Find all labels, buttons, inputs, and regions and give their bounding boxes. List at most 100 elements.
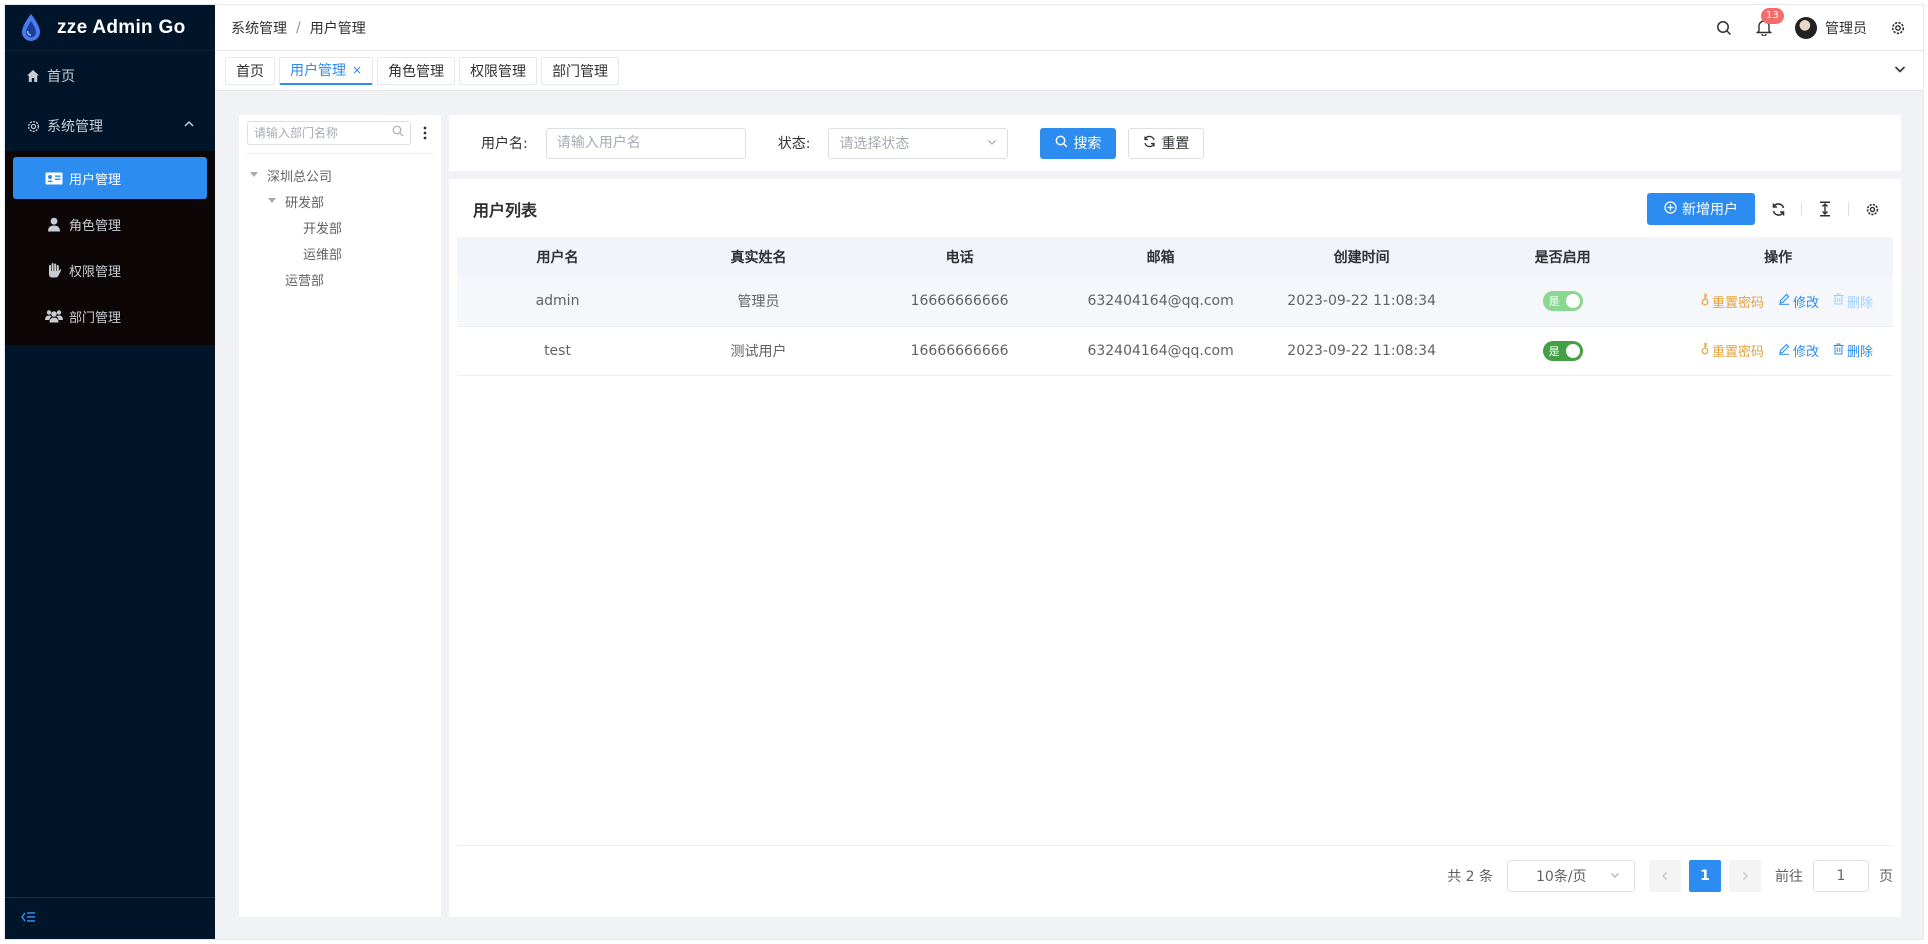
goto-page-input[interactable] <box>1813 859 1869 892</box>
person-icon <box>45 216 63 232</box>
more-vertical-icon[interactable] <box>417 126 433 140</box>
cell-actions: 重置密码 修改 删除 <box>1663 326 1893 376</box>
action-label: 删除 <box>1846 295 1873 311</box>
tab-user-management[interactable]: 用户管理 × <box>279 56 374 85</box>
action-label: 删除 <box>1846 345 1873 360</box>
reset-password-link[interactable]: 重置密码 <box>1701 341 1764 360</box>
page-content: 深圳总公司 研发部 开发部 运维部 运营部 <box>215 91 1923 939</box>
department-search-input[interactable] <box>254 126 384 140</box>
table-row: test 测试用户 16666666666 632404164@qq.com 2… <box>457 326 1893 376</box>
sidebar-group-label: 系统管理 <box>47 119 103 135</box>
search-icon[interactable] <box>1715 19 1733 37</box>
breadcrumb-separator: / <box>296 19 301 36</box>
page-number-1[interactable]: 1 <box>1689 859 1721 892</box>
department-tree-panel: 深圳总公司 研发部 开发部 运维部 运营部 <box>239 115 441 917</box>
sidebar-item-home[interactable]: 首页 <box>5 51 215 101</box>
cell-phone: 16666666666 <box>859 277 1061 327</box>
next-page-button[interactable] <box>1729 859 1761 892</box>
action-label: 修改 <box>1792 345 1819 360</box>
column-header: 操作 <box>1663 237 1893 277</box>
cell-created: 2023-09-22 11:08:34 <box>1261 326 1463 376</box>
department-tree: 深圳总公司 研发部 开发部 运维部 运营部 <box>247 162 433 292</box>
enabled-switch[interactable]: 是 <box>1542 291 1583 312</box>
toolbar-divider <box>1801 202 1802 216</box>
sidebar-item-department-management[interactable]: 部门管理 <box>13 295 207 337</box>
tree-node-ops[interactable]: 运维部 <box>247 240 433 266</box>
reset-password-link[interactable]: 重置密码 <box>1701 292 1764 311</box>
table-header-bar: 用户列表 新增用户 <box>457 189 1893 229</box>
cell-realname: 管理员 <box>658 277 860 327</box>
search-icon[interactable] <box>392 125 404 141</box>
sidebar-item-permission-management[interactable]: 权限管理 <box>13 249 207 291</box>
column-header: 真实姓名 <box>658 237 860 277</box>
tab-role-management[interactable]: 角色管理 <box>377 56 456 85</box>
settings-gear-icon[interactable] <box>1889 19 1907 37</box>
sidebar-group-system[interactable]: 系统管理 <box>5 101 215 151</box>
breadcrumb-item-current: 用户管理 <box>309 20 366 37</box>
page-size-select[interactable]: 10条/页 <box>1507 859 1635 892</box>
reset-button-label: 重置 <box>1161 136 1190 152</box>
caret-down-icon[interactable] <box>247 172 261 178</box>
action-label: 重置密码 <box>1711 345 1764 360</box>
tab-department-management[interactable]: 部门管理 <box>541 56 620 85</box>
edit-link[interactable]: 修改 <box>1778 341 1819 360</box>
row-height-icon[interactable] <box>1816 200 1834 218</box>
breadcrumb-item-system[interactable]: 系统管理 <box>231 18 287 38</box>
tree-node-label: 运营部 <box>285 273 325 289</box>
delete-link[interactable]: 删除 <box>1833 292 1873 311</box>
hand-icon <box>45 262 63 278</box>
chevron-down-icon <box>987 135 997 151</box>
table-toolbar: 新增用户 <box>1647 193 1881 225</box>
cell-phone: 16666666666 <box>859 326 1061 376</box>
add-user-button[interactable]: 新增用户 <box>1647 193 1755 225</box>
status-select-placeholder: 请选择状态 <box>839 136 910 152</box>
user-menu[interactable]: 管理员 <box>1795 16 1867 39</box>
prev-page-button[interactable] <box>1649 859 1681 892</box>
breadcrumb: 系统管理 / 用户管理 <box>231 18 366 38</box>
add-user-label: 新增用户 <box>1682 202 1738 218</box>
tab-close-icon[interactable]: × <box>352 63 362 77</box>
page-buttons: 1 <box>1649 859 1761 892</box>
cell-email: 632404164@qq.com <box>1060 326 1262 376</box>
tab-label: 用户管理 <box>290 63 346 79</box>
tab-home[interactable]: 首页 <box>225 56 275 85</box>
refresh-icon <box>1143 135 1156 152</box>
reset-button[interactable]: 重置 <box>1128 127 1205 159</box>
chevron-down-icon[interactable] <box>1893 62 1907 80</box>
sidebar-item-user-management[interactable]: 用户管理 <box>13 157 207 199</box>
cell-realname: 测试用户 <box>658 326 860 376</box>
username-filter-input[interactable] <box>545 127 746 159</box>
tree-node-label: 运维部 <box>303 247 343 263</box>
notification-bell-icon[interactable]: 13 <box>1755 7 1784 37</box>
switch-knob <box>1565 343 1580 358</box>
edit-pencil-icon <box>1778 343 1790 359</box>
delete-link[interactable]: 删除 <box>1833 341 1873 360</box>
status-filter-select[interactable]: 请选择状态 <box>828 127 1009 159</box>
search-button-label: 搜索 <box>1073 136 1102 152</box>
header-actions: 13 管理员 <box>1715 7 1907 39</box>
tree-node-shenzhen-hq[interactable]: 深圳总公司 <box>247 162 433 188</box>
tree-node-operations[interactable]: 运营部 <box>247 266 433 292</box>
switch-text: 是 <box>1548 295 1560 309</box>
tab-label: 角色管理 <box>388 63 445 80</box>
avatar <box>1795 16 1817 39</box>
edit-link[interactable]: 修改 <box>1778 292 1819 311</box>
search-icon <box>1055 135 1068 152</box>
tab-permission-management[interactable]: 权限管理 <box>459 56 538 85</box>
cell-username: test <box>457 326 659 376</box>
tree-node-rnd[interactable]: 研发部 <box>247 188 433 214</box>
search-button[interactable]: 搜索 <box>1040 127 1117 159</box>
sidebar-item-role-management[interactable]: 角色管理 <box>13 203 207 245</box>
username: 管理员 <box>1825 20 1867 37</box>
chevron-up-icon <box>183 118 195 134</box>
enabled-switch[interactable]: 是 <box>1542 340 1583 361</box>
app-frame: zze Admin Go 首页 系统管理 用户管理 角色管理 权限管理 部门管理… <box>4 4 1924 940</box>
tree-node-dev[interactable]: 开发部 <box>247 214 433 240</box>
refresh-icon[interactable] <box>1769 200 1787 218</box>
main-area: 系统管理 / 用户管理 13 管理员 首页 用户管理 × 角色管理 权限管理 部… <box>215 5 1923 939</box>
sidebar-item-label: 部门管理 <box>69 310 122 326</box>
caret-down-icon[interactable] <box>265 198 279 204</box>
sidebar-collapse-toggle[interactable] <box>5 897 215 939</box>
column-settings-icon[interactable] <box>1863 200 1881 218</box>
pagination-total: 共 2 条 <box>1447 868 1493 885</box>
